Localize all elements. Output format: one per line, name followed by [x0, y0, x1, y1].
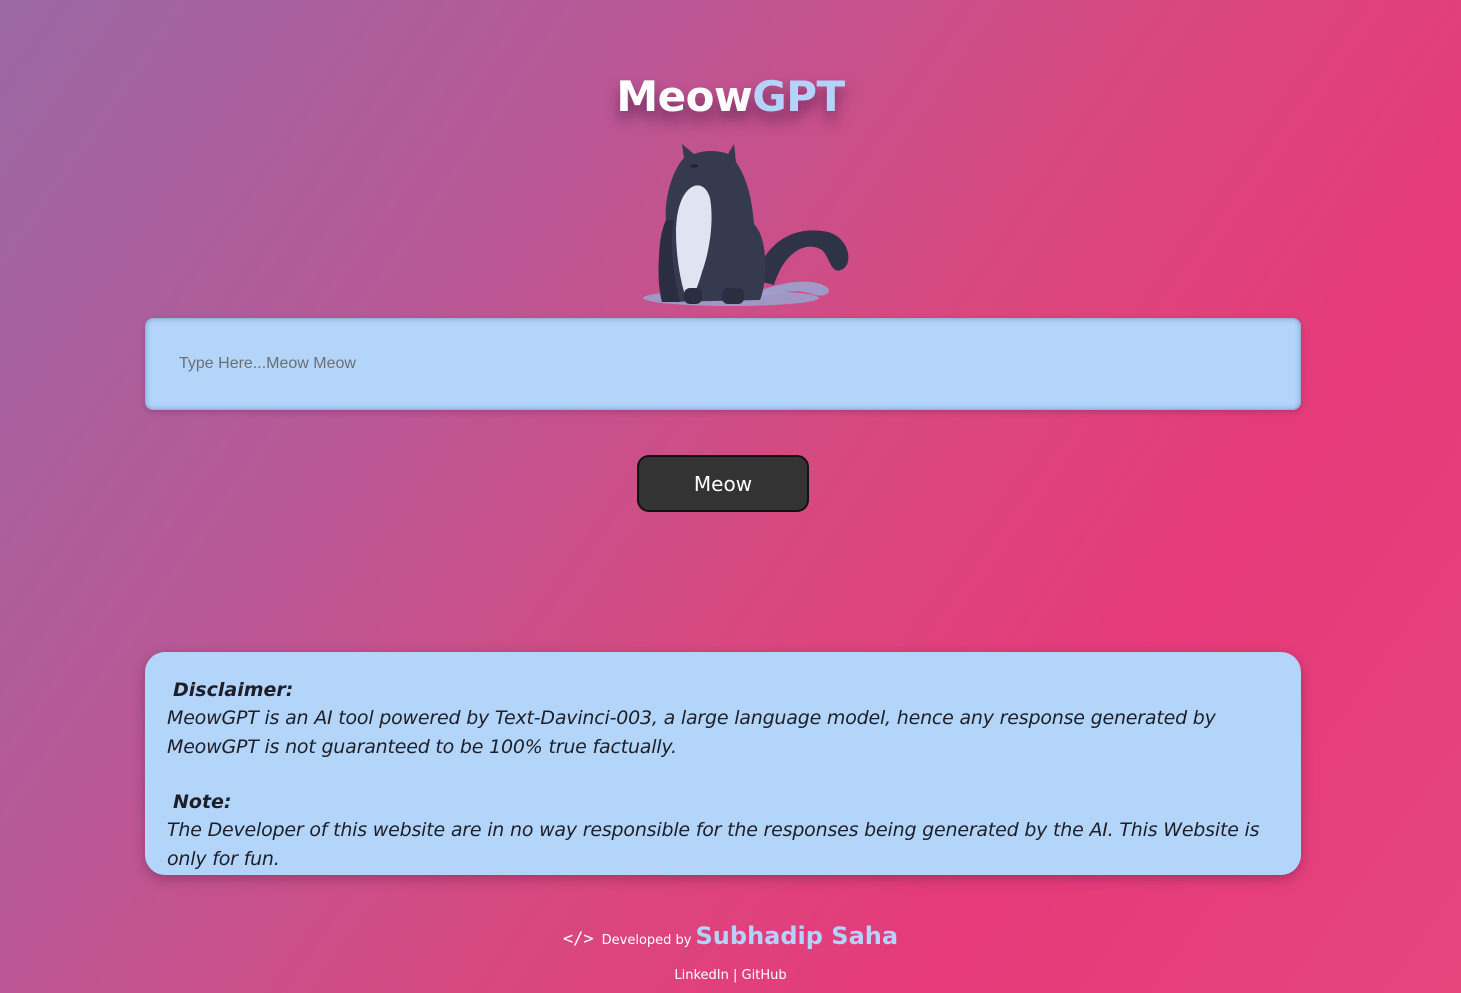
disclaimer-text: MeowGPT is an AI tool powered by Text-Da… — [167, 707, 1216, 758]
footer-links: LinkedIn | GitHub — [0, 968, 1461, 983]
footer-credit: </> Developed by Subhadip Saha — [0, 922, 1461, 950]
developed-by-label: Developed by — [601, 933, 692, 948]
disclaimer-heading: Disclaimer: — [173, 679, 294, 701]
note-text: The Developer of this website are in no … — [167, 819, 1260, 870]
linkedin-link[interactable]: LinkedIn — [674, 968, 728, 983]
link-separator: | — [733, 968, 738, 983]
author-name: Subhadip Saha — [695, 922, 899, 950]
title-gpt: GPT — [752, 72, 845, 121]
prompt-input-container — [145, 318, 1301, 410]
meow-submit-button[interactable]: Meow — [637, 455, 809, 512]
prompt-input[interactable] — [145, 318, 1301, 410]
cat-illustration-icon — [643, 144, 849, 306]
page-title: MeowGPT — [0, 72, 1461, 121]
note-heading: Note: — [173, 791, 232, 813]
title-meow: Meow — [616, 72, 753, 121]
github-link[interactable]: GitHub — [742, 968, 787, 983]
code-icon: </> — [562, 929, 594, 949]
info-panel: Disclaimer: MeowGPT is an AI tool powere… — [145, 652, 1301, 875]
